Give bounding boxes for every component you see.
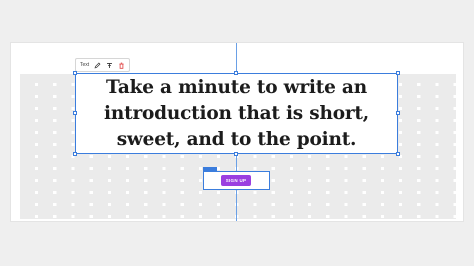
delete-icon[interactable] (118, 62, 125, 69)
pencil-icon[interactable] (94, 62, 101, 69)
text-format-icon[interactable] (106, 62, 113, 69)
headline-text[interactable]: Take a minute to write an introduction t… (76, 74, 397, 153)
element-toolbar: Text (75, 58, 131, 72)
toolbar-text-label[interactable]: Text (80, 62, 89, 68)
sign-up-button[interactable]: SIGN UP (221, 175, 251, 186)
headline-text-box[interactable]: Take a minute to write an introduction t… (73, 71, 400, 156)
